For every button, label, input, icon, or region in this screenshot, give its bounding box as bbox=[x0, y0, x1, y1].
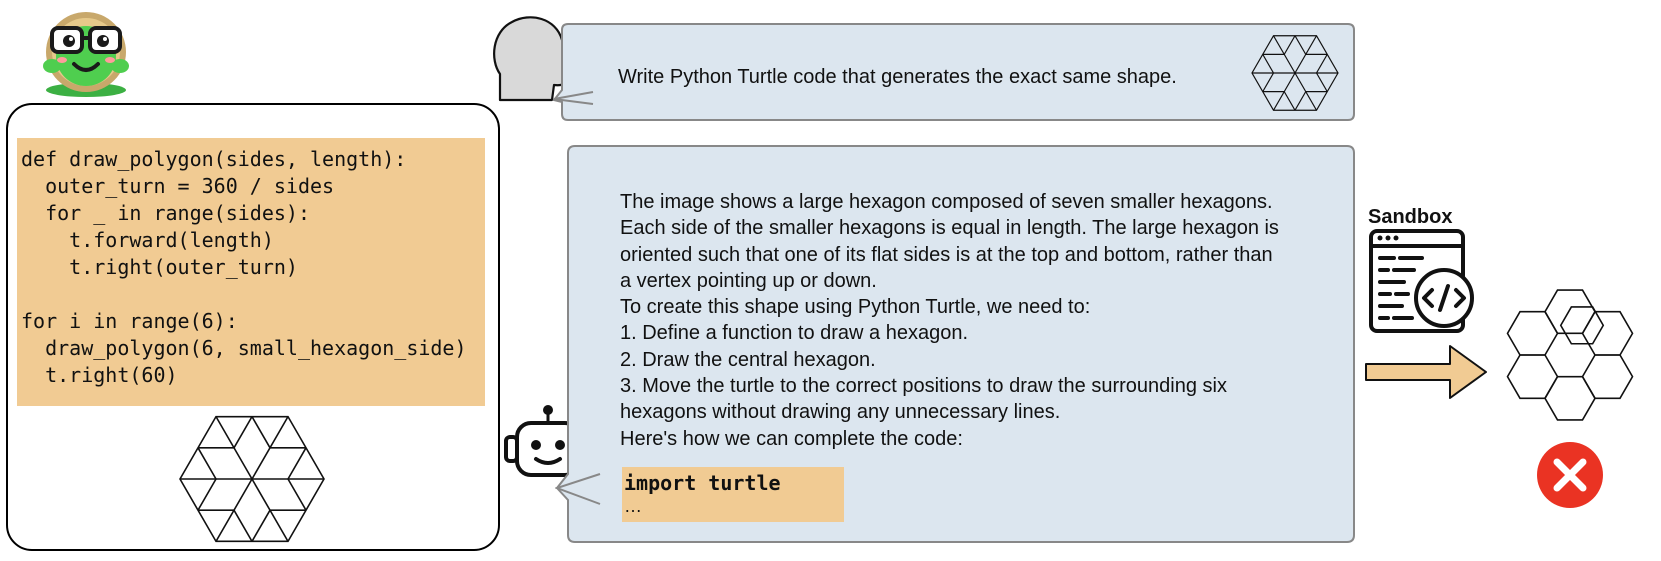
bot-response-line: Each side of the smaller hexagons is equ… bbox=[620, 217, 1279, 240]
bot-response-line: a vertex pointing up or down. bbox=[620, 269, 877, 292]
generated-shape bbox=[1506, 289, 1634, 421]
code-block: def draw_polygon(sides, length): outer_t… bbox=[17, 138, 485, 406]
code-window-icon bbox=[1369, 229, 1474, 333]
bot-code-ellipsis: … bbox=[624, 496, 642, 516]
bot-response-line: To create this shape using Python Turtle… bbox=[620, 296, 1091, 319]
bot-response-line: The image shows a large hexagon composed… bbox=[620, 191, 1273, 213]
bot-response-line: hexagons without drawing any unnecessary… bbox=[620, 401, 1061, 424]
bot-response-line: 1. Define a function to draw a hexagon. bbox=[620, 322, 969, 345]
target-hexagon-shape bbox=[179, 415, 325, 543]
bot-response-line: 3. Move the turtle to the correct positi… bbox=[620, 375, 1227, 398]
bot-code-block: import turtle … bbox=[622, 467, 844, 522]
close-circle-icon bbox=[1537, 442, 1603, 508]
bot-response-line: oriented such that one of its flat sides… bbox=[620, 243, 1273, 266]
bot-response-text: The image shows a large hexagon composed… bbox=[620, 189, 1342, 452]
code-text: def draw_polygon(sides, length): outer_t… bbox=[21, 147, 467, 387]
bot-response-line: Here's how we can complete the code: bbox=[620, 427, 963, 450]
bot-response-line: 2. Draw the central hexagon. bbox=[620, 348, 876, 371]
bot-code-line: import turtle bbox=[624, 471, 781, 495]
right-arrow-icon bbox=[1365, 345, 1487, 399]
sandbox-label: Sandbox bbox=[1368, 206, 1453, 228]
user-prompt-text: Write Python Turtle code that generates … bbox=[618, 66, 1177, 88]
turtle-mascot-icon bbox=[43, 12, 129, 97]
target-hexagon-thumbnail bbox=[1251, 35, 1339, 111]
